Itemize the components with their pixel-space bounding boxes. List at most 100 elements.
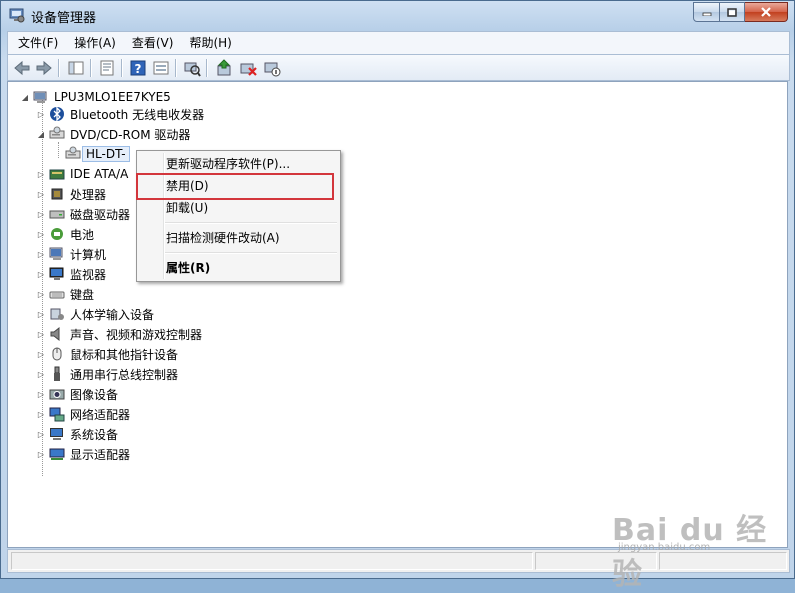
maximize-button[interactable] xyxy=(720,2,745,22)
expand-arrow-icon[interactable]: ▷ xyxy=(36,290,46,299)
status-cell xyxy=(11,552,533,570)
network-adapter-icon xyxy=(49,407,65,422)
disk-drive-icon xyxy=(49,210,65,219)
tree-item-label: 声音、视频和游戏控制器 xyxy=(70,327,203,342)
tree-category-item[interactable]: ◢ DVD/CD-ROM 驱动器 xyxy=(36,125,190,143)
menu-help[interactable]: 帮助(H) xyxy=(183,33,237,53)
expand-arrow-icon[interactable]: ▷ xyxy=(36,410,46,419)
expand-arrow-icon[interactable]: ▷ xyxy=(36,450,46,459)
tree-category-item[interactable]: ▷ 声音、视频和游戏控制器 xyxy=(36,325,202,343)
tree-category-item[interactable]: ▷ 通用串行总线控制器 xyxy=(36,365,178,383)
menu-bar: 文件(F) 操作(A) 查看(V) 帮助(H) xyxy=(7,31,790,54)
camera-icon xyxy=(49,389,65,400)
tree-category-item[interactable]: ▷ 处理器 xyxy=(36,185,106,203)
menu-view[interactable]: 查看(V) xyxy=(126,33,180,53)
context-menu: 更新驱动程序软件(P)... 禁用(D) 卸载(U) 扫描检测硬件改动(A) 属… xyxy=(136,150,341,282)
tree-category-item[interactable]: ▷ 监视器 xyxy=(36,265,106,283)
expand-arrow-icon[interactable]: ▷ xyxy=(36,190,46,199)
tree-item-label: 图像设备 xyxy=(70,387,119,402)
collapse-arrow-icon[interactable]: ◢ xyxy=(20,93,30,102)
expand-arrow-icon[interactable]: ▷ xyxy=(36,430,46,439)
tree-item-label: 处理器 xyxy=(70,187,107,202)
watermark-url: jingyan.baidu.com xyxy=(618,542,711,553)
menu-action[interactable]: 操作(A) xyxy=(68,33,122,53)
tree-category-item[interactable]: ▷ IDE ATA/A xyxy=(36,165,128,183)
collapse-arrow-icon[interactable]: ◢ xyxy=(36,130,46,139)
show-hide-tree-icon[interactable] xyxy=(66,58,86,78)
battery-icon xyxy=(51,228,63,240)
dvd-drive-icon xyxy=(49,126,65,139)
tree-category-item[interactable]: ▷ Bluetooth 无线电收发器 xyxy=(36,105,204,123)
scan-hardware-icon[interactable] xyxy=(182,58,202,78)
tree-category-item[interactable]: ▷ 键盘 xyxy=(36,285,94,303)
title-bar[interactable]: 设备管理器 xyxy=(1,1,794,29)
tree-item-label: 鼠标和其他指针设备 xyxy=(70,347,179,362)
tree-item-label: HL-DT- xyxy=(82,146,130,162)
system-device-icon xyxy=(50,428,63,440)
expand-arrow-icon[interactable]: ▷ xyxy=(36,350,46,359)
keyboard-icon xyxy=(49,291,65,299)
close-button[interactable] xyxy=(745,2,788,22)
tree-item-label: 人体学输入设备 xyxy=(70,307,155,322)
tree-item-label: 监视器 xyxy=(70,267,107,282)
expand-arrow-icon[interactable]: ▷ xyxy=(36,270,46,279)
tree-item-label: 通用串行总线控制器 xyxy=(70,367,179,382)
menu-item-uninstall[interactable]: 卸载(U) xyxy=(166,198,208,218)
tree-category-item[interactable]: ▷ 磁盘驱动器 xyxy=(36,205,130,223)
menu-gutter xyxy=(163,153,165,279)
dvd-drive-icon xyxy=(65,146,81,159)
tree-category-item[interactable]: ▷ 系统设备 xyxy=(36,425,118,443)
computer-icon xyxy=(49,247,63,260)
minimize-button[interactable] xyxy=(693,2,720,22)
disable-icon[interactable] xyxy=(262,58,282,78)
tree-category-item[interactable]: ▷ 电池 xyxy=(36,225,94,243)
tree-category-item[interactable]: ▷ 鼠标和其他指针设备 xyxy=(36,345,178,363)
tree-root-label: LPU3MLO1EE7KYE5 xyxy=(54,90,171,104)
back-icon[interactable] xyxy=(12,58,32,78)
tree-category-item[interactable]: ▷ 计算机 xyxy=(36,245,106,263)
baidu-watermark: Bai du 经验 jingyan.baidu.com xyxy=(612,505,795,593)
expand-arrow-icon[interactable]: ▷ xyxy=(36,390,46,399)
expand-arrow-icon[interactable]: ▷ xyxy=(36,310,46,319)
expand-arrow-icon[interactable]: ▷ xyxy=(36,210,46,219)
menu-separator xyxy=(165,222,337,224)
menu-item-scan-hardware[interactable]: 扫描检测硬件改动(A) xyxy=(166,228,280,248)
expand-arrow-icon[interactable]: ▷ xyxy=(36,230,46,239)
svg-text:?: ? xyxy=(135,62,142,76)
toolbar: ? xyxy=(7,54,790,81)
tree-root[interactable]: ◢ LPU3MLO1EE7KYE5 xyxy=(20,88,171,106)
tree-category-item[interactable]: ▷ 网络适配器 xyxy=(36,405,130,423)
expand-arrow-icon[interactable]: ▷ xyxy=(36,250,46,259)
tree-category-item[interactable]: ▷ 人体学输入设备 xyxy=(36,305,154,323)
toolbar-separator xyxy=(121,59,123,77)
computer-icon xyxy=(33,91,47,103)
view-icon[interactable] xyxy=(151,58,171,78)
expand-arrow-icon[interactable]: ▷ xyxy=(36,170,46,179)
tree-category-item[interactable]: ▷ 显示适配器 xyxy=(36,445,130,463)
toolbar-separator xyxy=(90,59,92,77)
device-manager-icon xyxy=(9,8,25,23)
tree-item-label: IDE ATA/A xyxy=(70,167,129,181)
tree-child-item[interactable]: HL-DT- xyxy=(52,145,130,163)
tree-item-label: 键盘 xyxy=(70,287,95,302)
usb-icon xyxy=(54,366,60,381)
uninstall-icon[interactable] xyxy=(238,58,258,78)
forward-icon[interactable] xyxy=(34,58,54,78)
expand-arrow-icon[interactable]: ▷ xyxy=(36,110,46,119)
properties-icon[interactable] xyxy=(97,58,117,78)
tree-item-label: 电池 xyxy=(70,227,95,242)
menu-item-properties[interactable]: 属性(R) xyxy=(166,258,210,278)
tree-item-label: 网络适配器 xyxy=(70,407,131,422)
menu-file[interactable]: 文件(F) xyxy=(12,33,64,53)
help-icon[interactable]: ? xyxy=(128,58,148,78)
menu-item-update-driver[interactable]: 更新驱动程序软件(P)... xyxy=(166,154,290,174)
tree-item-label: 显示适配器 xyxy=(70,447,131,462)
tree-item-label: 系统设备 xyxy=(70,427,119,442)
tree-category-item[interactable]: ▷ 图像设备 xyxy=(36,385,118,403)
tree-item-label: DVD/CD-ROM 驱动器 xyxy=(70,127,191,142)
expand-arrow-icon[interactable]: ▷ xyxy=(36,370,46,379)
maximize-icon xyxy=(727,7,737,17)
expand-arrow-icon[interactable]: ▷ xyxy=(36,330,46,339)
update-driver-icon[interactable] xyxy=(214,58,234,78)
toolbar-separator xyxy=(175,59,177,77)
